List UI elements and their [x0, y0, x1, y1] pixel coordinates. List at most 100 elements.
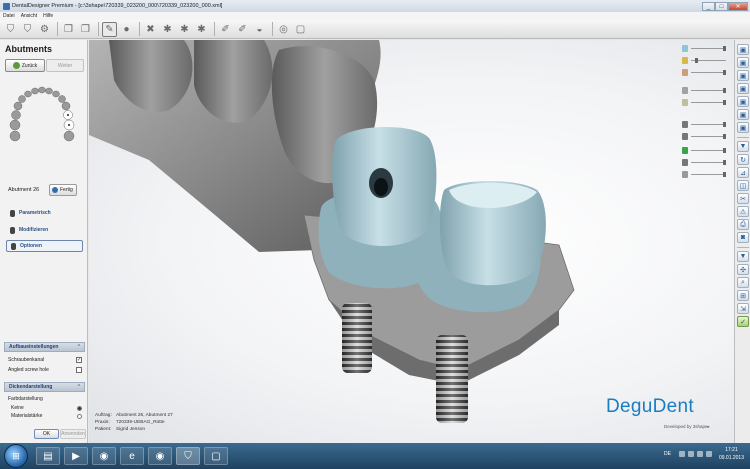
visibility-slider[interactable]	[682, 98, 726, 107]
save-icon[interactable]: ⊞	[737, 290, 749, 301]
close-button[interactable]: ✕	[728, 1, 748, 11]
network-icon[interactable]	[687, 451, 694, 457]
step-parametric[interactable]: Parametrisch	[6, 207, 83, 219]
material-thickness-option: Materialstärke	[8, 412, 82, 420]
tools-alt2-icon[interactable]: ✱	[194, 22, 209, 37]
minimize-button[interactable]: _	[702, 1, 715, 11]
view-front-icon[interactable]: ▣	[737, 44, 749, 55]
dental-model-render	[89, 40, 575, 423]
print-icon[interactable]: ⎙	[737, 219, 749, 230]
measure-icon[interactable]: ⊿	[737, 167, 749, 178]
fill-icon[interactable]: ◒	[252, 22, 267, 37]
done-button-label: Fertig	[60, 187, 73, 193]
visibility-slider[interactable]	[682, 44, 726, 53]
snapshot-icon[interactable]: ◙	[737, 232, 749, 243]
3d-viewport[interactable]: Auftrag: Abutment 26, Abutment 27 Praxis:…	[89, 40, 734, 443]
gingiva-icon	[682, 99, 688, 106]
clip-icon[interactable]: ✂	[737, 193, 749, 204]
apply-button[interactable]: Anwenden	[60, 429, 86, 439]
copy-icon[interactable]: ❐	[61, 22, 76, 37]
wrench-icon[interactable]: ✖	[143, 22, 158, 37]
gear-tooth-icon[interactable]: ⚙	[37, 22, 52, 37]
view-left-icon[interactable]: ▣	[737, 70, 749, 81]
screw-channel-option: Schraubenkanal ✓	[8, 356, 82, 364]
menu-file[interactable]: Datei	[3, 13, 15, 19]
tooth-label: Abutment 26	[8, 187, 40, 193]
step-options[interactable]: Optionen	[6, 240, 83, 252]
brush-alt-icon[interactable]: ✐	[235, 22, 250, 37]
visibility-slider[interactable]	[682, 86, 726, 95]
visibility-slider[interactable]	[682, 68, 726, 77]
sphere-icon[interactable]: ●	[119, 22, 134, 37]
app-icon	[3, 2, 10, 10]
tools-alt-icon[interactable]: ✱	[177, 22, 192, 37]
build-settings-header[interactable]: Aufbaueinstellungen ⌃	[4, 342, 85, 352]
chrome-alt-icon[interactable]: ◉	[148, 447, 172, 465]
export-icon[interactable]: ⇲	[737, 303, 749, 314]
visibility-slider[interactable]	[682, 146, 726, 155]
align-icon[interactable]: ▼	[737, 251, 749, 262]
start-button[interactable]: ⊞	[4, 444, 28, 468]
brush-icon[interactable]: ✐	[218, 22, 233, 37]
tooth-group-icon[interactable]: ⛉	[20, 22, 35, 37]
windows-taskbar: ⊞ ▤ ▶ ◉ e ◉ ⛉ ▢ DE 17:21 09.01.2013	[0, 443, 750, 469]
visibility-slider[interactable]	[682, 56, 726, 65]
arch-tooth	[31, 87, 39, 95]
back-button[interactable]: Zurück	[5, 59, 45, 72]
dental-arch-diagram[interactable]	[6, 84, 78, 176]
rotate-icon[interactable]: ↻	[737, 154, 749, 165]
toolbar-separator	[57, 22, 58, 36]
view-bottom-icon[interactable]: ▣	[737, 109, 749, 120]
media-player-icon[interactable]: ▶	[64, 447, 88, 465]
tooth-icon	[10, 209, 15, 217]
visibility-slider[interactable]	[682, 158, 726, 167]
chrome-icon[interactable]: ◉	[92, 447, 116, 465]
tools-icon[interactable]: ✱	[160, 22, 175, 37]
material-thickness-radio[interactable]	[77, 413, 82, 419]
antagonist-icon	[682, 159, 688, 166]
visibility-slider[interactable]	[682, 170, 726, 179]
language-indicator[interactable]: DE	[664, 451, 671, 457]
internet-explorer-icon[interactable]: e	[120, 447, 144, 465]
main-toolbar: ⛉ ⛉ ⚙ ❐ ❐ ✎ ● ✖ ✱ ✱ ✱ ✐ ✐ ◒ ◎ ▢	[0, 20, 750, 39]
volume-icon[interactable]	[696, 451, 703, 457]
maximize-button[interactable]: □	[715, 1, 728, 11]
collapse-icon[interactable]: ⌃	[77, 344, 81, 350]
menu-help[interactable]: Hilfe	[43, 13, 53, 19]
tooth-icon[interactable]: ⛉	[3, 22, 18, 37]
visibility-slider[interactable]	[682, 132, 726, 141]
square-icon[interactable]: ▢	[293, 22, 308, 37]
copy-alt-icon[interactable]: ❐	[78, 22, 93, 37]
ok-button[interactable]: OK	[34, 429, 59, 439]
none-radio[interactable]	[77, 405, 82, 411]
angled-screw-hole-checkbox[interactable]	[76, 367, 82, 373]
warning-icon[interactable]: ⚠	[737, 206, 749, 217]
expand-icon[interactable]: ✣	[737, 264, 749, 275]
tray-arrow-icon[interactable]	[678, 451, 685, 457]
clock[interactable]: 17:21 09.01.2013	[719, 446, 744, 462]
option-label: Schraubenkanal	[8, 357, 45, 363]
check-icon[interactable]: ✓	[737, 316, 749, 327]
collapse-icon[interactable]: ⌃	[77, 384, 81, 390]
funnel-icon[interactable]: ▼	[737, 141, 749, 152]
visibility-slider[interactable]	[682, 120, 726, 129]
window-icon[interactable]: ▢	[204, 447, 228, 465]
view-top-icon[interactable]: ▣	[737, 96, 749, 107]
view-back-icon[interactable]: ▣	[737, 57, 749, 68]
view-iso-icon[interactable]: ▣	[737, 122, 749, 133]
view-right-icon[interactable]: ▣	[737, 83, 749, 94]
pen-tool-icon[interactable]: ✎	[102, 21, 117, 37]
explorer-icon[interactable]: ▤	[36, 447, 60, 465]
screw-channel-checkbox[interactable]: ✓	[76, 357, 82, 363]
thickness-display-header[interactable]: Dickendarstellung ⌃	[4, 382, 85, 392]
zoom-icon[interactable]: ⌕	[737, 277, 749, 288]
dentaldesigner-icon[interactable]: ⛉	[176, 447, 200, 465]
step-modify[interactable]: Modifizieren	[6, 224, 83, 236]
menu-view[interactable]: Ansicht	[21, 13, 37, 19]
next-button[interactable]: Weiter	[46, 59, 84, 72]
hole-icon[interactable]: ◎	[276, 22, 291, 37]
cross-section-icon[interactable]: ◫	[737, 180, 749, 191]
battery-icon[interactable]	[705, 451, 712, 457]
toolbar-separator	[214, 22, 215, 36]
done-button[interactable]: Fertig	[49, 184, 77, 196]
